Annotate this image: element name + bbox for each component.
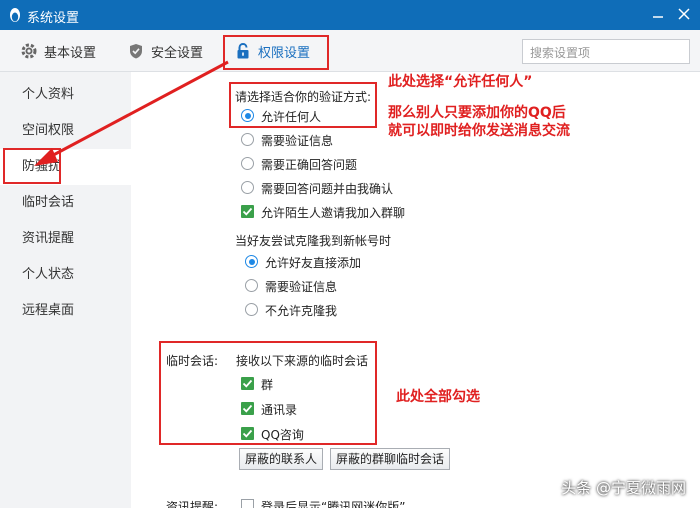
clone-option-deny-radio[interactable] bbox=[245, 303, 258, 316]
annotation-explain-line2: 就可以即时给你发送消息交流 bbox=[388, 123, 570, 139]
sidebar: 个人资料 空间权限 防骚扰 临时会话 资讯提醒 个人状态 远程桌面 bbox=[0, 72, 131, 508]
penguin-logo-icon bbox=[10, 8, 20, 22]
gear-icon bbox=[21, 43, 37, 59]
highlight-box-anti-harassment bbox=[3, 148, 61, 184]
news-reminder-option-label: 登录后显示“腾讯网迷你版” bbox=[261, 500, 406, 508]
watermark: 头条 @宁夏微雨网 bbox=[561, 479, 686, 497]
minimize-icon[interactable] bbox=[650, 6, 666, 22]
annotation-check-all: 此处全部勾选 bbox=[396, 389, 480, 405]
blocked-group-session-button[interactable]: 屏蔽的群聊临时会话 bbox=[330, 448, 451, 470]
window-title: 系统设置 bbox=[27, 11, 80, 26]
clone-option-verify-radio[interactable] bbox=[245, 279, 258, 292]
highlight-box-allow-anyone bbox=[229, 82, 377, 128]
title-bar: 系统设置 bbox=[0, 0, 700, 30]
verify-option-info-radio[interactable] bbox=[241, 133, 254, 146]
verify-option-answer-radio[interactable] bbox=[241, 157, 254, 170]
sidebar-item-space-permission[interactable]: 空间权限 bbox=[0, 113, 131, 149]
clone-option-label: 不允许克隆我 bbox=[265, 304, 338, 318]
tab-security-settings[interactable]: 安全设置 bbox=[127, 36, 203, 66]
highlight-box-temp-session bbox=[159, 341, 377, 445]
allow-group-invite-label: 允许陌生人邀请我加入群聊 bbox=[261, 206, 406, 220]
clone-option-direct-radio[interactable] bbox=[245, 255, 258, 268]
clone-option-label: 需要验证信息 bbox=[265, 280, 338, 294]
tab-basic-settings[interactable]: 基本设置 bbox=[20, 36, 96, 66]
news-reminder-label: 资讯提醒: bbox=[166, 500, 219, 508]
allow-group-invite-checkbox[interactable] bbox=[241, 205, 254, 218]
close-icon[interactable] bbox=[676, 6, 692, 22]
sidebar-item-profile[interactable]: 个人资料 bbox=[0, 77, 131, 113]
checkmark-icon bbox=[242, 207, 253, 216]
shield-icon bbox=[130, 44, 142, 59]
annotation-select-anyone: 此处选择“允许任何人” bbox=[388, 74, 533, 90]
verify-option-label: 需要回答问题并由我确认 bbox=[261, 182, 394, 196]
verify-option-answer-confirm-radio[interactable] bbox=[241, 181, 254, 194]
blocked-contacts-button[interactable]: 屏蔽的联系人 bbox=[239, 448, 324, 470]
toolbar: 基本设置 安全设置 权限设置 搜索设置项 bbox=[0, 30, 700, 72]
tab-label: 安全设置 bbox=[151, 45, 204, 61]
search-input[interactable]: 搜索设置项 bbox=[522, 39, 690, 64]
tab-label: 基本设置 bbox=[44, 45, 97, 61]
clone-label: 当好友尝试克隆我到新帐号时 bbox=[235, 234, 392, 248]
verify-option-label: 需要验证信息 bbox=[261, 134, 334, 148]
verify-option-label: 需要正确回答问题 bbox=[261, 158, 358, 172]
sidebar-item-temp-session[interactable]: 临时会话 bbox=[0, 185, 131, 221]
news-reminder-checkbox[interactable] bbox=[241, 499, 254, 508]
highlight-box-permission-tab bbox=[223, 35, 329, 70]
sidebar-item-news-reminder[interactable]: 资讯提醒 bbox=[0, 221, 131, 257]
annotation-explain-line1: 那么别人只要添加你的QQ后 bbox=[388, 105, 566, 121]
clone-option-label: 允许好友直接添加 bbox=[265, 256, 362, 270]
sidebar-item-remote-desktop[interactable]: 远程桌面 bbox=[0, 293, 131, 329]
sidebar-item-personal-status[interactable]: 个人状态 bbox=[0, 257, 131, 293]
